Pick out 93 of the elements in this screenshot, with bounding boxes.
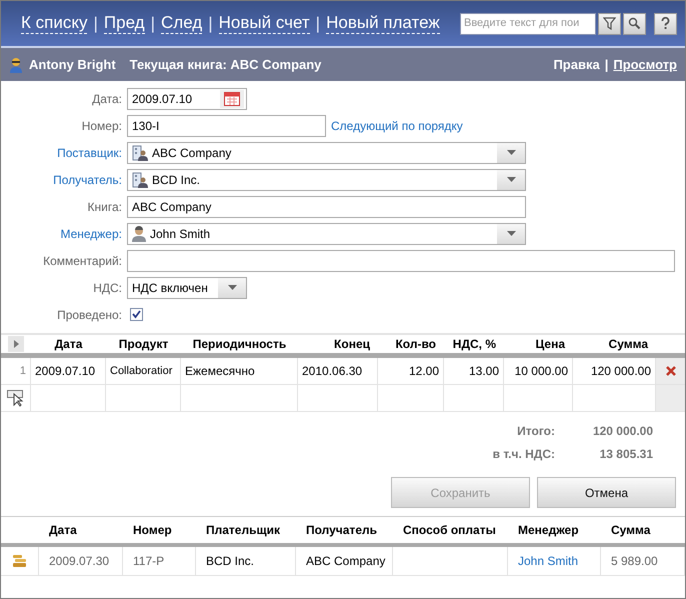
- building-person-icon: [132, 144, 148, 160]
- table-cell: 5 989.00: [601, 547, 685, 575]
- column-header: Периодичность: [192, 337, 286, 351]
- caret-icon: [228, 285, 236, 290]
- manager-link[interactable]: John Smith: [518, 552, 578, 570]
- field-label-link[interactable]: Менеджер:: [1, 224, 122, 242]
- separator: |: [150, 12, 155, 35]
- total-value: 120 000.00: [592, 423, 653, 440]
- column-header: Дата: [54, 337, 82, 351]
- lookup-field[interactable]: John Smith: [127, 222, 526, 244]
- column-header: Сумма: [608, 337, 648, 351]
- table-cell: BCD Inc.: [196, 547, 296, 575]
- dropdown-button[interactable]: [497, 224, 525, 244]
- separator: |: [93, 12, 98, 35]
- expand-button[interactable]: [8, 336, 24, 352]
- table-cell: 13.00: [444, 358, 504, 384]
- separator: |: [316, 12, 320, 35]
- lookup-field[interactable]: ABC Company: [127, 142, 526, 164]
- cancel-button[interactable]: Отмена: [537, 477, 676, 508]
- column-header: Конец: [334, 337, 370, 351]
- column-header: Продукт: [118, 337, 168, 351]
- mode-link[interactable]: Просмотр: [613, 54, 677, 74]
- dropdown-button[interactable]: [497, 170, 525, 190]
- caret-icon: [506, 150, 516, 155]
- calendar-button[interactable]: [220, 90, 244, 108]
- table-cell: ABC Company: [296, 547, 393, 575]
- delete-icon[interactable]: [666, 366, 676, 376]
- field-label: Комментарий:: [42, 252, 122, 270]
- field-label-link[interactable]: Получатель:: [1, 170, 122, 188]
- nav-link[interactable]: Новый счет: [218, 13, 310, 34]
- separator: |: [208, 12, 213, 35]
- dropdown-button[interactable]: [218, 278, 246, 298]
- user-icon: [9, 56, 23, 72]
- table-cell: 10 000.00: [504, 358, 573, 384]
- table-cell: 117-P: [123, 547, 196, 575]
- table-cell: Collaboratior: [106, 358, 181, 384]
- column-header: Сумма: [611, 523, 650, 537]
- number-field[interactable]: 130-I: [127, 114, 326, 136]
- date-field[interactable]: 2009.07.10: [127, 88, 247, 110]
- field-label: НДС:: [92, 280, 122, 296]
- table-cell: 2009.07.30: [39, 547, 123, 575]
- column-header: Способ оплаты: [403, 523, 496, 537]
- dropdown-button[interactable]: [497, 142, 525, 162]
- table-cell: Ежемесячно: [181, 358, 298, 384]
- current-book: Текущая книга: ABC Company: [130, 56, 322, 74]
- help-icon: [661, 17, 670, 30]
- nav-link[interactable]: След: [161, 13, 202, 34]
- mode-link[interactable]: Правка: [553, 54, 600, 74]
- coins-icon: [12, 554, 28, 568]
- new-row-icon[interactable]: [7, 390, 24, 406]
- column-header: Цена: [535, 337, 565, 351]
- nav-link[interactable]: К списку: [21, 13, 88, 34]
- nav-link[interactable]: Новый платеж: [326, 13, 440, 34]
- posted-checkbox[interactable]: [130, 308, 143, 321]
- column-header: Дата: [49, 523, 77, 537]
- caret-icon: [506, 177, 516, 182]
- separator: |: [604, 56, 608, 74]
- field-label: Книга:: [86, 198, 122, 216]
- column-header: Кол-во: [395, 337, 436, 351]
- search-field[interactable]: Введите текст для пои: [460, 12, 596, 34]
- caret-icon: [506, 231, 516, 236]
- help-button[interactable]: [654, 12, 677, 34]
- total-value: 13 805.31: [598, 446, 653, 463]
- table-cell: 2009.07.10: [31, 358, 106, 384]
- user-name: Antony Bright: [29, 56, 116, 74]
- next-number-link[interactable]: Следующий по порядку: [331, 116, 463, 134]
- lookup-field[interactable]: BCD Inc.: [127, 168, 526, 190]
- column-header: Менеджер: [518, 523, 579, 537]
- field-label: Дата:: [91, 90, 122, 108]
- search-button[interactable]: [623, 12, 646, 34]
- field-label-link[interactable]: Поставщик:: [1, 144, 122, 162]
- person-icon: [132, 226, 146, 242]
- column-header: НДС, %: [452, 337, 496, 351]
- table-cell: 12.00: [378, 358, 444, 384]
- column-header: Получатель: [306, 523, 377, 537]
- text-field[interactable]: ABC Company: [127, 196, 526, 218]
- comment-field[interactable]: [127, 250, 675, 272]
- table-cell: 2010.06.30: [298, 358, 378, 384]
- building-person-icon: [132, 172, 148, 188]
- total-label: в т.ч. НДС:: [492, 446, 555, 463]
- column-header: Плательщик: [206, 523, 280, 537]
- triangle-icon: [14, 340, 18, 348]
- total-label: Итого:: [516, 423, 555, 440]
- field-label: Номер:: [80, 118, 122, 134]
- filter-icon: [603, 17, 616, 30]
- row-number: 1: [1, 358, 31, 384]
- vat-select[interactable]: НДС включен: [127, 276, 247, 298]
- field-label: Проведено:: [56, 306, 122, 324]
- column-header: Номер: [133, 523, 172, 537]
- calendar-icon: [224, 91, 240, 106]
- filter-button[interactable]: [598, 12, 621, 34]
- nav-link[interactable]: Пред: [104, 13, 145, 34]
- search-icon: [628, 17, 641, 30]
